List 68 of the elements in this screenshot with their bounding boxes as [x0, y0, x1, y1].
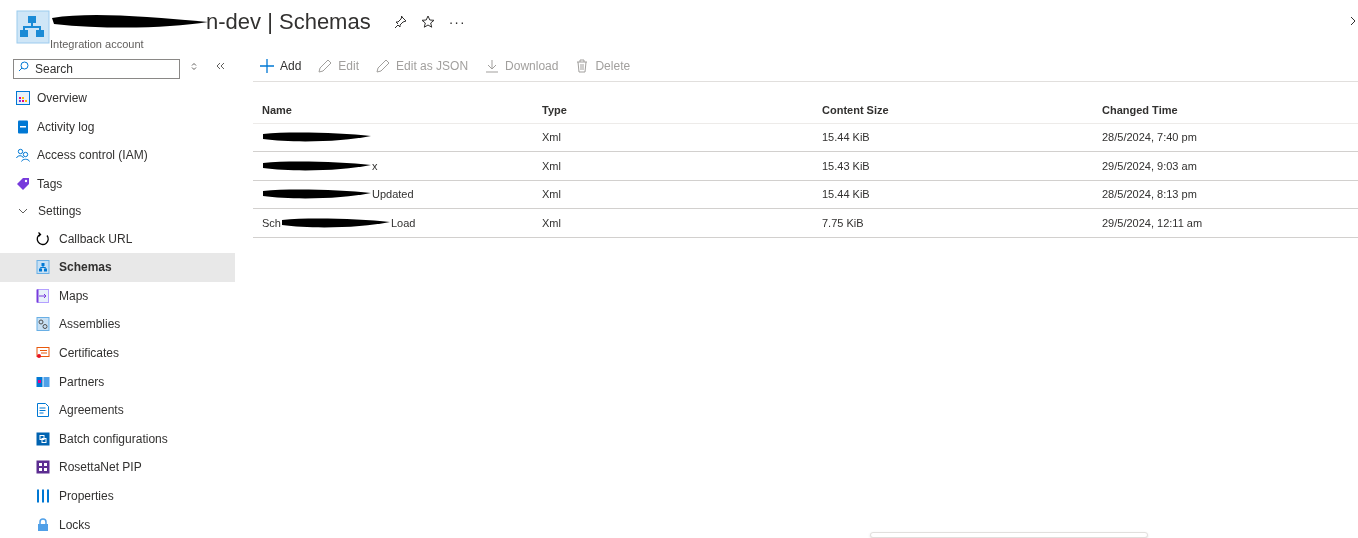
nav-item[interactable]: Batch configurations [0, 424, 235, 454]
column-header[interactable]: Content Size [813, 97, 1093, 123]
pencil-icon [318, 59, 333, 73]
schema-icon [36, 260, 50, 275]
pencil-icon [376, 59, 391, 73]
table-cell-text: x [372, 158, 378, 174]
nav-item[interactable]: Maps [0, 281, 235, 311]
table-cell: 28/5/2024, 8:13 pm [1102, 188, 1197, 201]
search-field[interactable]: Search [13, 59, 180, 79]
more-button[interactable]: ··· [448, 15, 466, 29]
table-cell: 15.43 KiB [822, 159, 870, 172]
trash-icon [575, 59, 590, 73]
notebook-icon [16, 119, 30, 134]
chevron-right-icon[interactable] [1350, 16, 1356, 26]
nav-item[interactable]: Properties [0, 481, 235, 511]
table-cell-text: Load [390, 215, 416, 231]
dashboard-icon [16, 91, 30, 106]
nav-item[interactable]: Locks [0, 510, 235, 538]
nav-item[interactable]: Schemas [0, 252, 235, 282]
nav-item[interactable]: Certificates [0, 338, 235, 368]
circular-arrow-icon [36, 231, 50, 246]
toolbar-button[interactable]: Add [260, 57, 302, 75]
chevron-icon [18, 208, 28, 215]
nav-item[interactable]: Tags [0, 169, 235, 199]
people-icon [16, 148, 30, 163]
search-icon [18, 61, 29, 72]
nav-item[interactable]: Activity log [0, 112, 235, 142]
table-cell: 29/5/2024, 9:03 am [1102, 159, 1197, 172]
table-cell: Xml [542, 131, 561, 144]
certificate-icon [36, 346, 50, 361]
star-icon[interactable] [420, 15, 435, 29]
table-cell: Xml [542, 216, 561, 229]
plus-icon [260, 59, 274, 73]
table-cell: 28/5/2024, 7:40 pm [1102, 131, 1197, 144]
integration-account-icon [16, 10, 50, 44]
column-header[interactable]: Changed Time [1093, 97, 1358, 123]
table-cell: 15.44 KiB [822, 188, 870, 201]
map-icon [36, 288, 50, 303]
column-header[interactable]: Type [533, 97, 813, 123]
table-cell-text: Sch [262, 215, 281, 231]
grid-icon [36, 460, 50, 475]
batch-icon [36, 431, 50, 446]
table-cell-text: Updated [372, 187, 414, 203]
download-icon [485, 59, 500, 73]
page-title: n-dev | Schemas [206, 8, 371, 36]
lock-icon [36, 517, 50, 532]
nav-item[interactable]: Overview [0, 84, 235, 113]
nav-item[interactable]: Access control (IAM) [0, 141, 235, 170]
document-icon [36, 403, 50, 418]
page-subtitle: Integration account [50, 37, 145, 52]
table-cell: Xml [542, 188, 561, 201]
table-cell: 29/5/2024, 12:11 am [1102, 216, 1203, 229]
table-cell: 15.44 KiB [822, 131, 870, 144]
tag-icon [16, 177, 30, 192]
table-cell: 7.75 KiB [822, 216, 864, 229]
nav-item[interactable]: Callback URL [0, 224, 235, 253]
column-header[interactable]: Name [253, 97, 533, 123]
nav-group[interactable]: Settings [0, 198, 235, 225]
cards-icon [36, 374, 50, 389]
nav-item[interactable]: Partners [0, 367, 235, 396]
nav-item[interactable]: Agreements [0, 395, 235, 425]
nav-item[interactable]: Assemblies [0, 310, 235, 339]
pin-icon[interactable] [392, 15, 407, 29]
gears-icon [36, 317, 50, 332]
bars-icon [36, 489, 50, 503]
nav-item[interactable]: RosettaNet PIP [0, 453, 235, 482]
table-cell: Xml [542, 159, 561, 172]
collapse-icon[interactable] [216, 62, 225, 70]
